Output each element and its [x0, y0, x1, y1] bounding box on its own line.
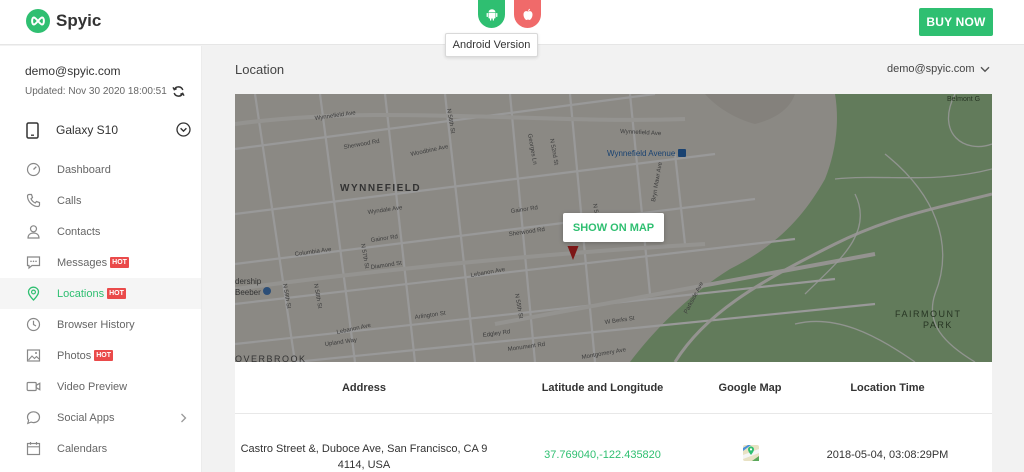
- sidebar-item-label: Calls: [57, 194, 82, 207]
- account-email: demo@spyic.com: [25, 64, 121, 78]
- image-icon: [26, 348, 41, 363]
- map-marker-icon: [567, 246, 579, 260]
- location-table: Address Latitude and Longitude Google Ma…: [235, 362, 992, 472]
- device-selector[interactable]: Galaxy S10: [0, 108, 201, 152]
- sidebar: demo@spyic.com Updated: Nov 30 2020 18:0…: [0, 46, 202, 472]
- android-version-tooltip: Android Version: [445, 33, 538, 57]
- chevron-down-icon: [980, 66, 990, 72]
- sidebar-item-label: Dashboard: [57, 163, 111, 176]
- sidebar-item-calendars[interactable]: Calendars: [0, 433, 201, 464]
- chevron-down-circle-icon[interactable]: [176, 122, 191, 137]
- account-info: demo@spyic.com Updated: Nov 30 2020 18:0…: [25, 64, 195, 98]
- device-name: Galaxy S10: [56, 123, 119, 137]
- sidebar-item-label: Browser History: [57, 318, 135, 331]
- cell-address: Castro Street &, Duboce Ave, San Francis…: [240, 441, 488, 472]
- sidebar-item-browser-history[interactable]: Browser History: [0, 309, 201, 340]
- user-menu-email: demo@spyic.com: [887, 63, 975, 75]
- sidebar-item-dashboard[interactable]: Dashboard: [0, 154, 201, 185]
- column-header-address: Address: [341, 382, 387, 394]
- phone-icon: [26, 193, 41, 208]
- hot-badge: HOT: [110, 257, 129, 268]
- message-icon: [26, 255, 41, 270]
- user-menu[interactable]: demo@spyic.com: [887, 63, 990, 75]
- sidebar-item-messages[interactable]: Messages HOT: [0, 247, 201, 278]
- sidebar-item-label: Video Preview: [57, 380, 128, 393]
- sidebar-item-calls[interactable]: Calls: [0, 185, 201, 216]
- page-title: Location: [235, 62, 285, 77]
- sidebar-item-label: Contacts: [57, 225, 101, 238]
- dashboard-gauge-icon: [26, 162, 41, 177]
- sidebar-item-social-apps[interactable]: Social Apps: [0, 402, 201, 433]
- android-icon: [486, 8, 497, 21]
- hot-badge: HOT: [107, 288, 126, 299]
- refresh-icon[interactable]: [172, 85, 185, 98]
- brand-logo[interactable]: Spyic: [26, 9, 101, 33]
- last-updated-row: Updated: Nov 30 2020 18:00:51: [25, 85, 195, 98]
- table-row: Castro Street &, Duboce Ave, San Francis…: [235, 415, 992, 472]
- brand-name: Spyic: [56, 11, 102, 30]
- google-maps-icon: [743, 445, 759, 461]
- table-header: Address Latitude and Longitude Google Ma…: [235, 362, 992, 414]
- cell-location-time: 2018-05-04, 03:08:29PM: [826, 449, 949, 461]
- sidebar-item-locations[interactable]: Locations HOT: [0, 278, 201, 309]
- sidebar-item-contacts[interactable]: Contacts: [0, 216, 201, 247]
- smartphone-icon: [26, 121, 39, 139]
- address-line-1: Castro Street &, Duboce Ave, San Francis…: [240, 443, 488, 455]
- android-version-button[interactable]: [478, 0, 505, 28]
- chat-bubble-icon: [26, 410, 41, 425]
- infinity-logo-icon: [26, 9, 50, 33]
- sidebar-item-label: Messages: [57, 256, 108, 269]
- cell-coordinates[interactable]: 37.769040,-122.435820: [520, 449, 685, 461]
- column-header-location-time: Location Time: [850, 382, 925, 394]
- sidebar-item-video-preview[interactable]: Video Preview: [0, 371, 201, 402]
- column-header-google-map: Google Map: [718, 382, 782, 394]
- sidebar-nav: Dashboard Calls Contacts Messages HOT Lo…: [0, 154, 201, 464]
- person-icon: [26, 224, 41, 239]
- clock-icon: [26, 317, 41, 332]
- apple-icon: [523, 8, 532, 20]
- sidebar-item-label: Social Apps: [57, 411, 115, 424]
- sidebar-item-label: Photos: [57, 349, 92, 362]
- sidebar-item-label: Calendars: [57, 442, 108, 455]
- address-line-2: 4114, USA: [337, 459, 391, 471]
- sidebar-item-label: Locations: [57, 287, 105, 300]
- calendar-icon: [26, 441, 41, 456]
- show-on-map-button[interactable]: SHOW ON MAP: [563, 213, 664, 242]
- location-pin-icon: [26, 286, 41, 301]
- column-header-lat-long: Latitude and Longitude: [541, 382, 664, 394]
- video-camera-icon: [26, 379, 41, 394]
- google-maps-link[interactable]: [742, 444, 760, 465]
- last-updated-text: Updated: Nov 30 2020 18:00:51: [25, 86, 167, 97]
- buy-now-button[interactable]: BUY NOW: [919, 8, 993, 36]
- sidebar-item-photos[interactable]: Photos HOT: [0, 340, 201, 371]
- hot-badge: HOT: [94, 350, 114, 361]
- chevron-right-icon[interactable]: [180, 413, 187, 423]
- ios-version-button[interactable]: [514, 0, 541, 28]
